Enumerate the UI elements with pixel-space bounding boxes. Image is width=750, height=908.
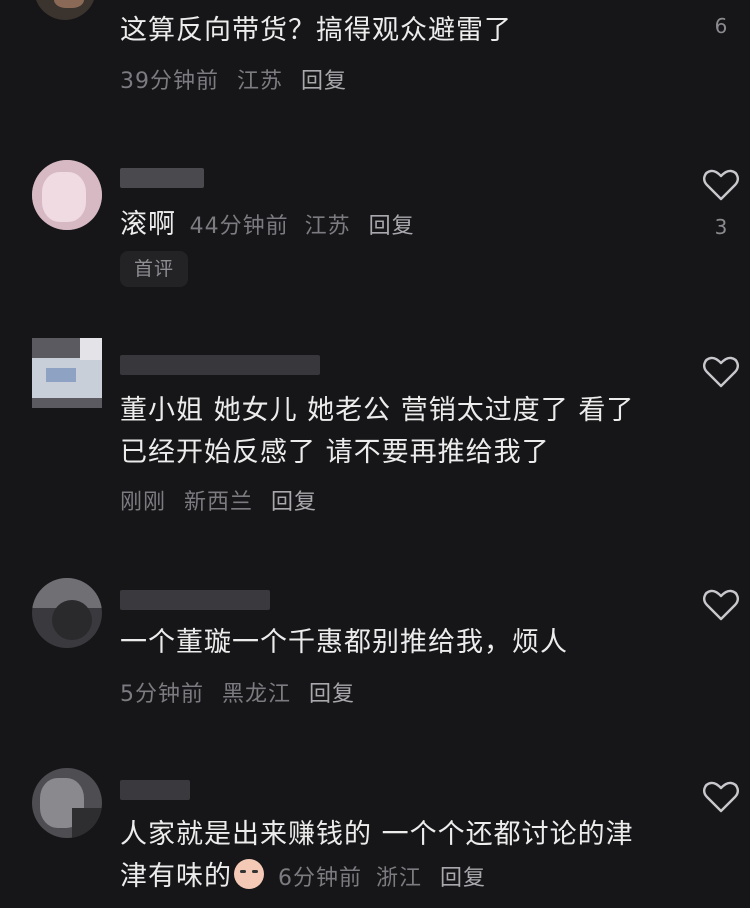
comment-text-line: 人家就是出来赚钱的 一个个还都讨论的津	[120, 819, 634, 850]
like-button[interactable]	[702, 168, 740, 202]
avatar[interactable]	[32, 338, 102, 408]
reply-button[interactable]: 回复	[440, 866, 486, 891]
username-blurred[interactable]	[120, 780, 190, 800]
reply-button[interactable]: 回复	[309, 682, 355, 707]
comment-text: 这算反向带货？搞得观众避雷了	[120, 15, 512, 46]
username-blurred[interactable]	[120, 168, 204, 188]
like-count: 3	[714, 215, 728, 239]
comment-location: 江苏	[237, 69, 284, 94]
avatar[interactable]	[32, 578, 102, 648]
crying-face-emoji	[234, 859, 264, 889]
like-button[interactable]	[702, 355, 740, 389]
comment-location: 黑龙江	[222, 682, 292, 707]
reply-button[interactable]: 回复	[271, 490, 317, 515]
comment-time: 44分钟前	[189, 214, 289, 239]
comment-meta: 39分钟前 江苏 回复	[120, 63, 357, 95]
comment-text-line: 已经开始反感了 请不要再推给我了	[120, 437, 550, 468]
like-button[interactable]	[702, 588, 740, 622]
comment-time: 39分钟前	[120, 69, 219, 94]
like-button[interactable]	[702, 780, 740, 814]
comment-location: 新西兰	[184, 490, 254, 515]
heart-outline-icon	[703, 781, 739, 813]
like-count: 6	[714, 14, 728, 38]
heart-outline-icon	[703, 356, 739, 388]
reply-button[interactable]: 回复	[369, 214, 415, 239]
heart-outline-icon	[703, 169, 739, 201]
comment-time: 6分钟前	[278, 866, 362, 891]
username-blurred[interactable]	[120, 590, 270, 610]
heart-outline-icon	[703, 589, 739, 621]
comment-text: 一个董璇一个千惠都别推给我，烦人	[120, 627, 568, 658]
comment-meta: 5分钟前 黑龙江 回复	[120, 676, 365, 708]
avatar[interactable]	[32, 160, 102, 230]
reply-button[interactable]: 回复	[301, 69, 347, 94]
comment-text-line: 津有味的 6分钟前 浙江 回复	[120, 859, 487, 892]
comment-time: 刚刚	[120, 490, 167, 515]
avatar[interactable]	[32, 768, 102, 838]
comment-location: 江苏	[304, 214, 351, 239]
comment-location: 浙江	[376, 866, 423, 891]
comment-time: 5分钟前	[120, 682, 204, 707]
comment-text: 滚啊 44分钟前 江苏 回复	[120, 209, 415, 240]
avatar[interactable]	[34, 0, 96, 20]
comment-meta: 刚刚 新西兰 回复	[120, 484, 327, 516]
first-comment-badge: 首评	[120, 251, 189, 287]
comment-text-line: 董小姐 她女儿 她老公 营销太过度了 看了	[120, 395, 635, 426]
username-blurred[interactable]	[120, 355, 320, 375]
